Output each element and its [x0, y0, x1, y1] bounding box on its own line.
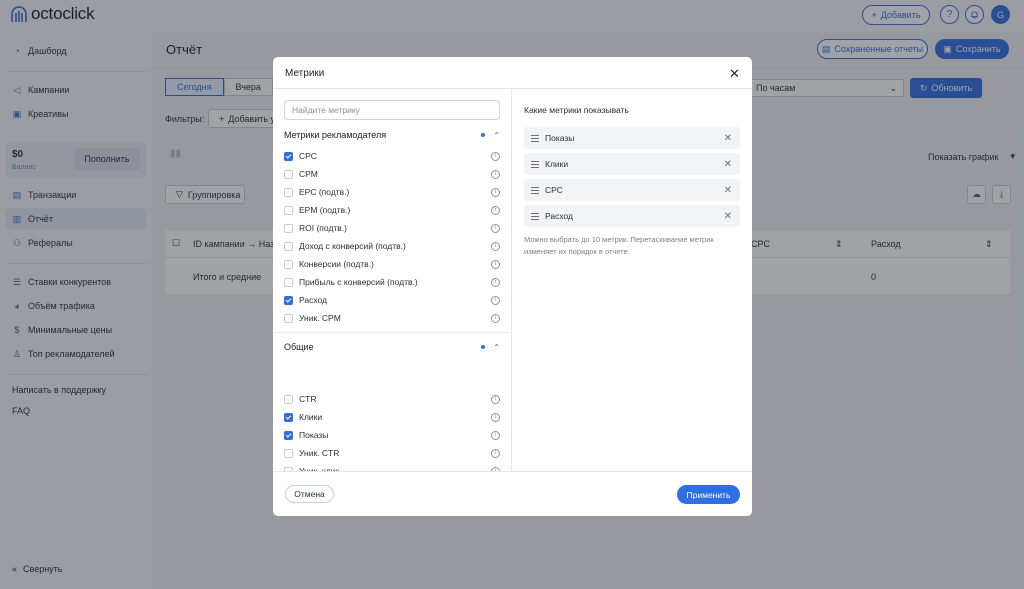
metric-checkbox[interactable]	[284, 223, 293, 233]
selected-metrics-title: Какие метрики показывать	[524, 105, 629, 115]
metric-label: CPM	[299, 169, 318, 179]
metric-row[interactable]: Расход i	[284, 292, 500, 308]
metric-label: Прибыль с конверсий (подтв.)	[299, 277, 418, 287]
metric-checkbox[interactable]	[284, 394, 293, 404]
metric-row[interactable]: ROI (подтв.) i	[284, 220, 500, 236]
section-title: Метрики рекламодателя	[284, 130, 387, 140]
metric-label: EPC (подтв.)	[299, 187, 350, 197]
metric-checkbox[interactable]	[284, 295, 293, 305]
remove-icon[interactable]: ✕	[724, 133, 732, 144]
selected-dot-icon	[481, 345, 486, 349]
info-icon[interactable]: i	[491, 151, 500, 161]
metric-checkbox[interactable]	[284, 412, 293, 422]
info-icon[interactable]: i	[491, 430, 500, 440]
metric-checkbox[interactable]	[284, 448, 293, 458]
metric-label: Клики	[299, 412, 323, 422]
metric-label: Расход	[299, 295, 328, 305]
remove-icon[interactable]: ✕	[724, 159, 732, 170]
metric-label: CPC	[299, 151, 317, 161]
metric-search-input[interactable]	[284, 100, 500, 120]
metric-row[interactable]: Прибыль с конверсий (подтв.) i	[284, 274, 500, 290]
metric-checkbox[interactable]	[284, 277, 293, 287]
selected-metric-chip[interactable]: Клики ✕	[524, 153, 740, 175]
section-divider	[273, 332, 511, 333]
info-icon[interactable]: i	[491, 448, 500, 458]
metric-label: Уник. CTR	[299, 448, 340, 458]
metric-row[interactable]: CTR i	[284, 391, 500, 407]
metric-row[interactable]: Уник. CTR i	[284, 445, 500, 461]
metric-row[interactable]: Показы i	[284, 427, 500, 443]
metric-label: Уник. CPM	[299, 313, 341, 323]
metric-row[interactable]: Уник. CPM i	[284, 310, 500, 326]
chevron-up-icon[interactable]: ⌃	[493, 131, 500, 140]
metric-row[interactable]: Клики i	[284, 409, 500, 425]
chip-label: Расход	[545, 211, 574, 221]
cancel-button[interactable]: Отмена	[285, 485, 334, 503]
metric-label: Показы	[299, 430, 329, 440]
metric-row[interactable]: CPC i	[284, 148, 500, 164]
metric-label: Конверсии (подтв.)	[299, 259, 374, 269]
selected-metric-chip[interactable]: Показы ✕	[524, 127, 740, 149]
metric-checkbox[interactable]	[284, 151, 293, 161]
close-icon[interactable]: ✕	[729, 66, 740, 82]
section-advertiser-metrics[interactable]: Метрики рекламодателя ⌃	[284, 127, 500, 143]
selected-dot-icon	[481, 133, 486, 137]
chip-label: Клики	[545, 159, 569, 169]
info-icon[interactable]: i	[491, 169, 500, 179]
selected-metric-chip[interactable]: Расход ✕	[524, 205, 740, 227]
chip-label: Показы	[545, 133, 575, 143]
metric-row[interactable]: EPM (подтв.) i	[284, 202, 500, 218]
metric-checkbox[interactable]	[284, 169, 293, 179]
metric-label: EPM (подтв.)	[299, 205, 351, 215]
drag-handle-icon[interactable]	[531, 212, 539, 220]
info-icon[interactable]: i	[491, 259, 500, 269]
metric-checkbox[interactable]	[284, 313, 293, 323]
info-icon[interactable]: i	[491, 241, 500, 251]
info-icon[interactable]: i	[491, 187, 500, 197]
chevron-up-icon[interactable]: ⌃	[493, 343, 500, 352]
metric-row[interactable]: CPM i	[284, 166, 500, 182]
remove-icon[interactable]: ✕	[724, 211, 732, 222]
metric-row[interactable]: Уник. клик i	[284, 463, 500, 471]
metrics-modal: Метрики ✕ Метрики рекламодателя ⌃ CPCiCP…	[273, 57, 752, 516]
info-icon[interactable]: i	[491, 412, 500, 422]
metric-label: ROI (подтв.)	[299, 223, 348, 233]
info-icon[interactable]: i	[491, 313, 500, 323]
column-divider	[511, 89, 512, 471]
metrics-list: Метрики рекламодателя ⌃ CPCiCPMiEPC (под…	[273, 89, 511, 471]
metric-label: CTR	[299, 394, 317, 404]
metric-row[interactable]: Конверсии (подтв.) i	[284, 256, 500, 272]
info-icon[interactable]: i	[491, 394, 500, 404]
info-icon[interactable]: i	[491, 223, 500, 233]
metric-checkbox[interactable]	[284, 241, 293, 251]
remove-icon[interactable]: ✕	[724, 185, 732, 196]
apply-button[interactable]: Применить	[677, 485, 740, 504]
metric-row[interactable]: Доход с конверсий (подтв.) i	[284, 238, 500, 254]
info-icon[interactable]: i	[491, 277, 500, 287]
metric-checkbox[interactable]	[284, 205, 293, 215]
metric-row[interactable]: EPC (подтв.) i	[284, 184, 500, 200]
drag-handle-icon[interactable]	[531, 160, 539, 168]
info-icon[interactable]: i	[491, 295, 500, 305]
metric-label: Доход с конверсий (подтв.)	[299, 241, 406, 251]
metric-checkbox[interactable]	[284, 259, 293, 269]
chip-label: CPC	[545, 185, 563, 195]
selected-metric-chip[interactable]: CPC ✕	[524, 179, 740, 201]
section-title: Общие	[284, 342, 314, 352]
metric-checkbox[interactable]	[284, 187, 293, 197]
modal-title: Метрики	[285, 68, 325, 79]
info-icon[interactable]: i	[491, 205, 500, 215]
drag-handle-icon[interactable]	[531, 186, 539, 194]
metric-checkbox[interactable]	[284, 430, 293, 440]
selection-hint: Можно выбрать до 10 метрик. Перетаскиван…	[524, 235, 714, 256]
section-general[interactable]: Общие ⌃	[284, 339, 500, 355]
drag-handle-icon[interactable]	[531, 134, 539, 142]
modal-divider	[273, 471, 752, 472]
